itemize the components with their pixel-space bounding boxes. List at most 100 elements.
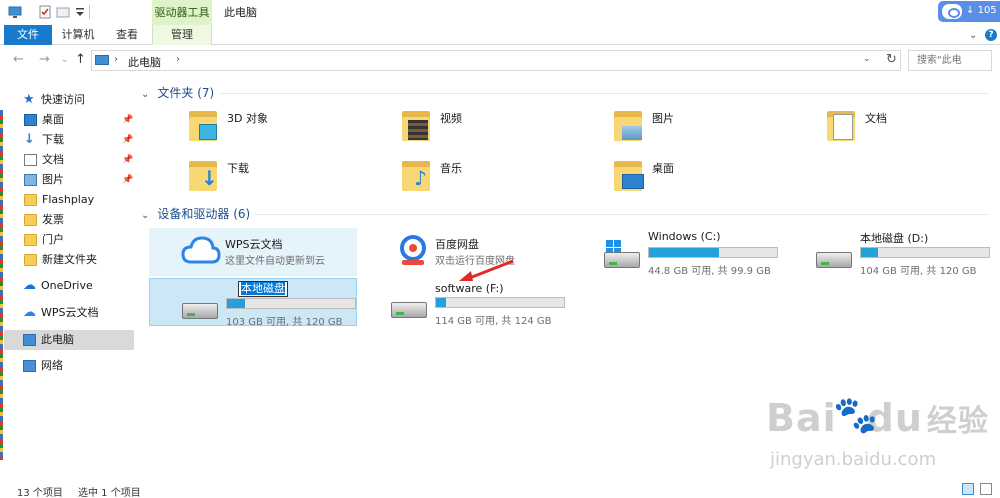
cloud-icon: ☁ [23, 305, 36, 320]
drive-subtitle: 这里文件自动更新到云 [225, 256, 325, 267]
drive-wps-cloud[interactable]: WPS云文档 这里文件自动更新到云 [149, 228, 357, 276]
picture-icon [24, 174, 37, 186]
back-arrow-icon[interactable]: ← [13, 52, 24, 67]
computer-icon [95, 55, 109, 65]
forward-arrow-icon[interactable]: → [39, 52, 50, 67]
sidebar-item-network[interactable]: 网络 [4, 356, 134, 376]
baidu-jingyan-watermark: Bai du 经验 🐾 jingyan.baidu.com [766, 395, 989, 470]
section-header-devices[interactable]: ⌄ 设备和驱动器 (6) [141, 205, 250, 223]
sidebar-item-quick-access[interactable]: ★ 快速访问 [4, 90, 134, 110]
new-folder-icon[interactable] [56, 5, 70, 19]
tab-computer[interactable]: 计算机 [56, 25, 100, 45]
onedrive-icon: ☁ [23, 278, 36, 293]
large-icons-view-icon[interactable] [980, 483, 992, 495]
search-input[interactable] [908, 50, 992, 71]
folder-documents[interactable]: 文档 [825, 108, 1000, 152]
folder-icon [24, 194, 37, 206]
section-title: 文件夹 (7) [157, 86, 215, 100]
sidebar-item-label: 文档 [42, 153, 64, 166]
window-title: 此电脑 [224, 6, 257, 19]
download-icon: ↓ [24, 132, 35, 147]
hdd-icon [182, 303, 218, 319]
tab-manage[interactable]: 管理 [152, 25, 212, 45]
folder-videos[interactable]: 视频 [400, 108, 610, 152]
breadcrumb-this-pc[interactable]: 此电脑 [128, 54, 161, 70]
folder-name: 文档 [865, 112, 887, 125]
ribbon-tabs: 文件 计算机 查看 管理 ⌄ ? [0, 25, 1000, 45]
3d-objects-icon [187, 108, 219, 144]
drive-size-text: 104 GB 可用, 共 120 GB [860, 266, 977, 277]
drive-usage-bar [860, 247, 990, 258]
address-dropdown-icon[interactable]: ⌄ [863, 54, 871, 64]
sidebar-item-label: 门户 [42, 233, 64, 246]
chevron-down-icon: ⌄ [141, 210, 150, 221]
selected-count: 选中 1 个项目 [78, 488, 141, 498]
chevron-down-icon[interactable]: ⌄ [969, 30, 977, 41]
sidebar-item-portal[interactable]: 门户 [4, 230, 134, 250]
sidebar-item-pictures[interactable]: 图片 📌 [4, 170, 134, 190]
customize-toolbar-icon[interactable] [73, 5, 87, 19]
baidu-netdisk-icon [400, 235, 426, 265]
folder-icon [24, 234, 37, 246]
document-folder-icon [825, 108, 857, 144]
chevron-down-icon: ⌄ [141, 89, 150, 100]
sidebar-item-label: 此电脑 [41, 333, 74, 346]
sidebar-item-downloads[interactable]: ↓ 下载 📌 [4, 130, 134, 150]
sidebar-item-documents[interactable]: 文档 📌 [4, 150, 134, 170]
folder-music[interactable]: ♪ 音乐 [400, 158, 610, 202]
drive-local-e-renaming[interactable]: 本地磁盘 103 GB 可用, 共 120 GB [149, 278, 357, 328]
folder-icon [24, 254, 37, 266]
drive-name: Windows (C:) [648, 230, 721, 243]
sidebar-item-label: OneDrive [41, 279, 93, 292]
computer-icon [23, 334, 36, 346]
section-header-folders[interactable]: ⌄ 文件夹 (7) [141, 84, 214, 102]
sidebar-item-flashplay[interactable]: Flashplay [4, 190, 134, 210]
tab-file[interactable]: 文件 [4, 25, 52, 45]
drive-name: software (F:) [435, 282, 504, 295]
sidebar-item-label: 快速访问 [41, 93, 85, 106]
pin-icon[interactable]: 📌 [122, 110, 133, 130]
folder-3d-objects[interactable]: 3D 对象 [187, 108, 397, 152]
arrow-down-icon: ↓ [966, 5, 975, 16]
sidebar-item-wps-cloud[interactable]: ☁ WPS云文档 [4, 303, 134, 323]
folder-name: 桌面 [652, 162, 674, 175]
properties-icon[interactable] [38, 5, 52, 19]
navigation-bar: ← → ⌄ ↑ › 此电脑 › ⌄ ↻ [0, 46, 1000, 76]
wps-cloud-icon [181, 236, 221, 264]
sidebar-item-onedrive[interactable]: ☁ OneDrive [4, 276, 134, 296]
desktop-icon [24, 114, 37, 126]
sidebar-item-invoices[interactable]: 发票 [4, 210, 134, 230]
sidebar-item-label: 网络 [41, 359, 63, 372]
drive-software-f[interactable]: software (F:) 114 GB 可用, 共 124 GB [359, 278, 567, 327]
drive-local-d[interactable]: 本地磁盘 (D:) 104 GB 可用, 共 120 GB [784, 228, 992, 277]
tab-view[interactable]: 查看 [108, 25, 146, 45]
folder-desktop[interactable]: 桌面 [612, 158, 822, 202]
pin-icon[interactable]: 📌 [122, 150, 133, 170]
chevron-right-icon[interactable]: › [114, 54, 118, 65]
folder-pictures[interactable]: 图片 [612, 108, 822, 152]
pin-icon[interactable]: 📌 [122, 130, 133, 150]
section-title: 设备和驱动器 (6) [157, 207, 251, 221]
details-view-icon[interactable] [962, 483, 974, 495]
address-bar[interactable]: › 此电脑 › ⌄ ↻ [91, 50, 901, 71]
help-icon[interactable]: ? [985, 29, 997, 41]
sidebar-item-label: 桌面 [42, 113, 64, 126]
desktop-edge-strip [0, 110, 3, 460]
pin-icon[interactable]: 📌 [122, 170, 133, 190]
drive-windows-c[interactable]: Windows (C:) 44.8 GB 可用, 共 99.9 GB [572, 228, 780, 277]
sidebar-item-this-pc[interactable]: 此电脑 [4, 330, 134, 350]
computer-icon[interactable] [8, 5, 22, 19]
sidebar-item-new-folder[interactable]: 新建文件夹 [4, 250, 134, 270]
refresh-icon[interactable]: ↻ [886, 52, 897, 67]
network-speed-badge[interactable]: ↓ 105 K [938, 1, 1000, 22]
sidebar-item-desktop[interactable]: 桌面 📌 [4, 110, 134, 130]
navigation-pane: ★ 快速访问 桌面 📌 ↓ 下载 📌 文档 📌 图片 📌 Flashplay 发… [0, 76, 136, 480]
folder-downloads[interactable]: ↓ 下载 [187, 158, 397, 202]
section-divider [219, 93, 989, 94]
recent-locations-icon[interactable]: ⌄ [61, 55, 69, 65]
drive-name: 百度网盘 [435, 238, 479, 251]
drive-size-text: 44.8 GB 可用, 共 99.9 GB [648, 266, 771, 277]
rename-input[interactable]: 本地磁盘 [238, 281, 288, 297]
up-arrow-icon[interactable]: ↑ [75, 52, 86, 67]
chevron-right-icon[interactable]: › [176, 54, 180, 65]
